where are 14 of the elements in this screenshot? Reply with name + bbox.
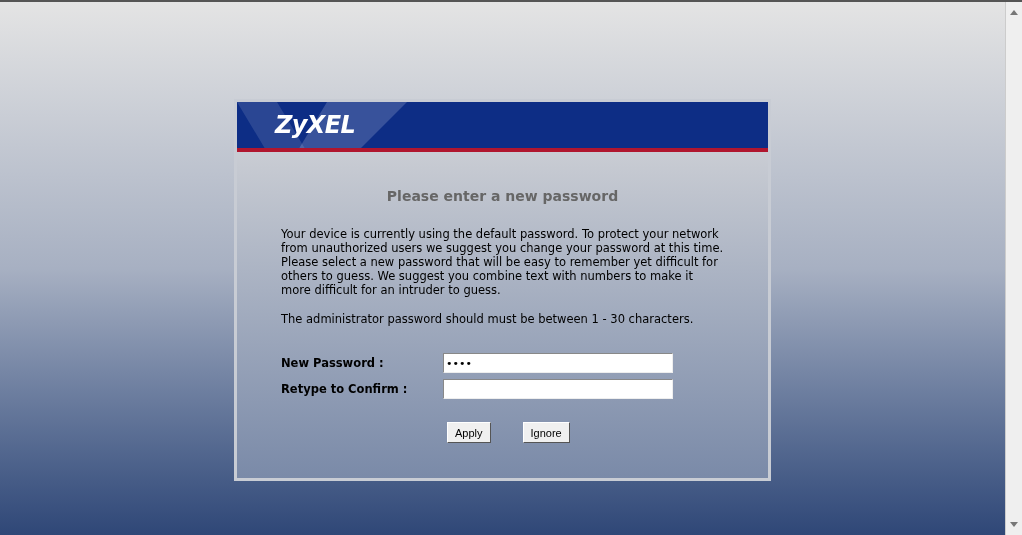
password-field[interactable]: •••• (443, 353, 673, 374)
logo: ZyXEL (275, 110, 356, 141)
password-field[interactable] (443, 379, 673, 400)
field-label: Retype to Confirm : (281, 380, 409, 398)
banner-stripes-icon (237, 102, 407, 148)
field-label: New Password : (281, 354, 385, 372)
scroll-up-icon[interactable] (1010, 10, 1018, 15)
ignore-button[interactable]: Ignore (522, 422, 570, 444)
apply-button[interactable]: Apply (447, 422, 491, 444)
scrollbar[interactable] (1005, 2, 1022, 535)
page-title: Please enter a new password (385, 187, 620, 206)
password-rule-text: The administrator password should must be between 1 - 30 characters. (281, 311, 695, 328)
scroll-down-icon[interactable] (1010, 522, 1018, 527)
intro-text: Your device is currently using the default password. To protect your network from unauthorized users we suggest you change your password at this time. Please select a new password that will be easy to remember yet difficult for others to guess. We suggest you combine text with numbers to make it more difficult for an intruder to guess. (281, 227, 724, 297)
